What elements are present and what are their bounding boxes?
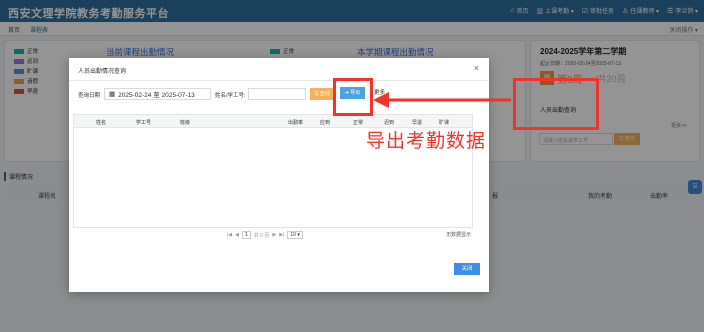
- query-button[interactable]: Q 查询: [310, 88, 334, 100]
- page-number-input[interactable]: 1: [242, 231, 251, 239]
- prev-page-icon[interactable]: ◀: [235, 232, 239, 238]
- annotation-text: 导出考勤数据: [366, 130, 487, 152]
- no-data-text: 无数据显示: [445, 232, 471, 238]
- column-header: 应到: [320, 120, 331, 126]
- pagination: |◀ ◀ 1 共 0 页 ▶ ▶| 10 ▾: [227, 231, 303, 239]
- highlight-query-box: [513, 78, 599, 130]
- column-header: 姓名: [96, 120, 107, 126]
- arrow-icon: [373, 92, 511, 108]
- date-label: 查询日期: [78, 93, 101, 99]
- close-button[interactable]: 关闭: [454, 263, 480, 275]
- column-header: 迟到: [384, 120, 395, 126]
- name-label: 姓名/学工号:: [215, 93, 246, 99]
- total-pages: 共 0 页: [253, 232, 270, 239]
- modal-title: 人员出勤情况查询: [78, 69, 127, 75]
- date-range-value: 2025-02-24 至 2025-07-13: [118, 92, 195, 99]
- name-id-input[interactable]: [248, 88, 306, 100]
- column-header: 早退: [412, 120, 423, 126]
- column-header: 旷课: [439, 120, 450, 126]
- first-page-icon[interactable]: |◀: [227, 232, 232, 238]
- calendar-icon: ▦: [109, 91, 116, 98]
- close-icon[interactable]: ×: [474, 63, 479, 73]
- column-header: 班级: [180, 120, 191, 126]
- column-header: 学工号: [136, 120, 152, 126]
- column-header: 正常: [353, 120, 364, 126]
- column-header: 出勤率: [288, 120, 304, 126]
- divider: [69, 80, 489, 81]
- page-size-select[interactable]: 10 ▾: [287, 231, 303, 239]
- highlight-export-box: [333, 78, 373, 116]
- last-page-icon[interactable]: ▶|: [279, 232, 284, 238]
- date-range-input[interactable]: ▦ 2025-02-24 至 2025-07-13: [104, 88, 211, 100]
- next-page-icon[interactable]: ▶: [272, 232, 276, 238]
